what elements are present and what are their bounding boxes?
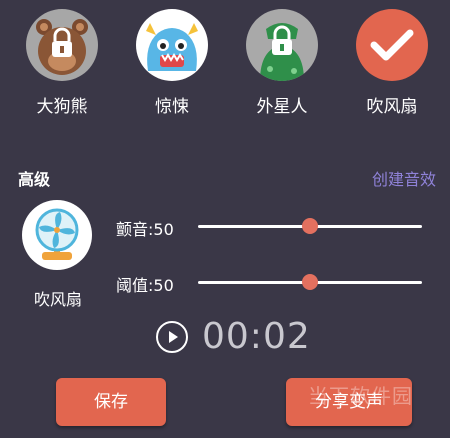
threshold-label: 阈值:50 [116, 276, 174, 295]
monster-icon [146, 23, 198, 71]
effect-monster-avatar[interactable] [136, 9, 208, 81]
effect-fan-avatar[interactable] [356, 9, 428, 81]
bear-lock-icon [36, 19, 88, 75]
threshold-slider[interactable] [198, 274, 422, 290]
vibrato-slider-thumb[interactable] [302, 218, 318, 234]
current-effect-label: 吹风扇 [33, 290, 82, 309]
effect-label-monster[interactable]: 惊悚 [122, 92, 222, 117]
effect-label-bear[interactable]: 大狗熊 [12, 92, 112, 117]
watermark: 当下软件园 [308, 384, 413, 408]
vibrato-slider[interactable] [198, 218, 422, 234]
fan-icon [35, 208, 79, 260]
effect-label-fan[interactable]: 吹风扇 [342, 92, 442, 117]
alien-lock-icon [260, 23, 304, 81]
effect-alien-avatar[interactable] [246, 9, 318, 81]
checkmark-icon [370, 29, 414, 61]
current-effect-avatar[interactable] [22, 200, 92, 270]
playback-time: 00:02 [202, 316, 311, 357]
play-button[interactable] [156, 321, 188, 353]
create-effect-link[interactable]: 创建音效 [372, 166, 436, 190]
threshold-slider-thumb[interactable] [302, 274, 318, 290]
effect-bear-avatar[interactable] [26, 9, 98, 81]
play-icon [169, 331, 178, 343]
vibrato-label: 颤音:50 [116, 220, 174, 239]
effect-label-alien[interactable]: 外星人 [232, 92, 332, 117]
advanced-title: 高级 [18, 170, 51, 189]
save-button[interactable]: 保存 [56, 378, 166, 426]
